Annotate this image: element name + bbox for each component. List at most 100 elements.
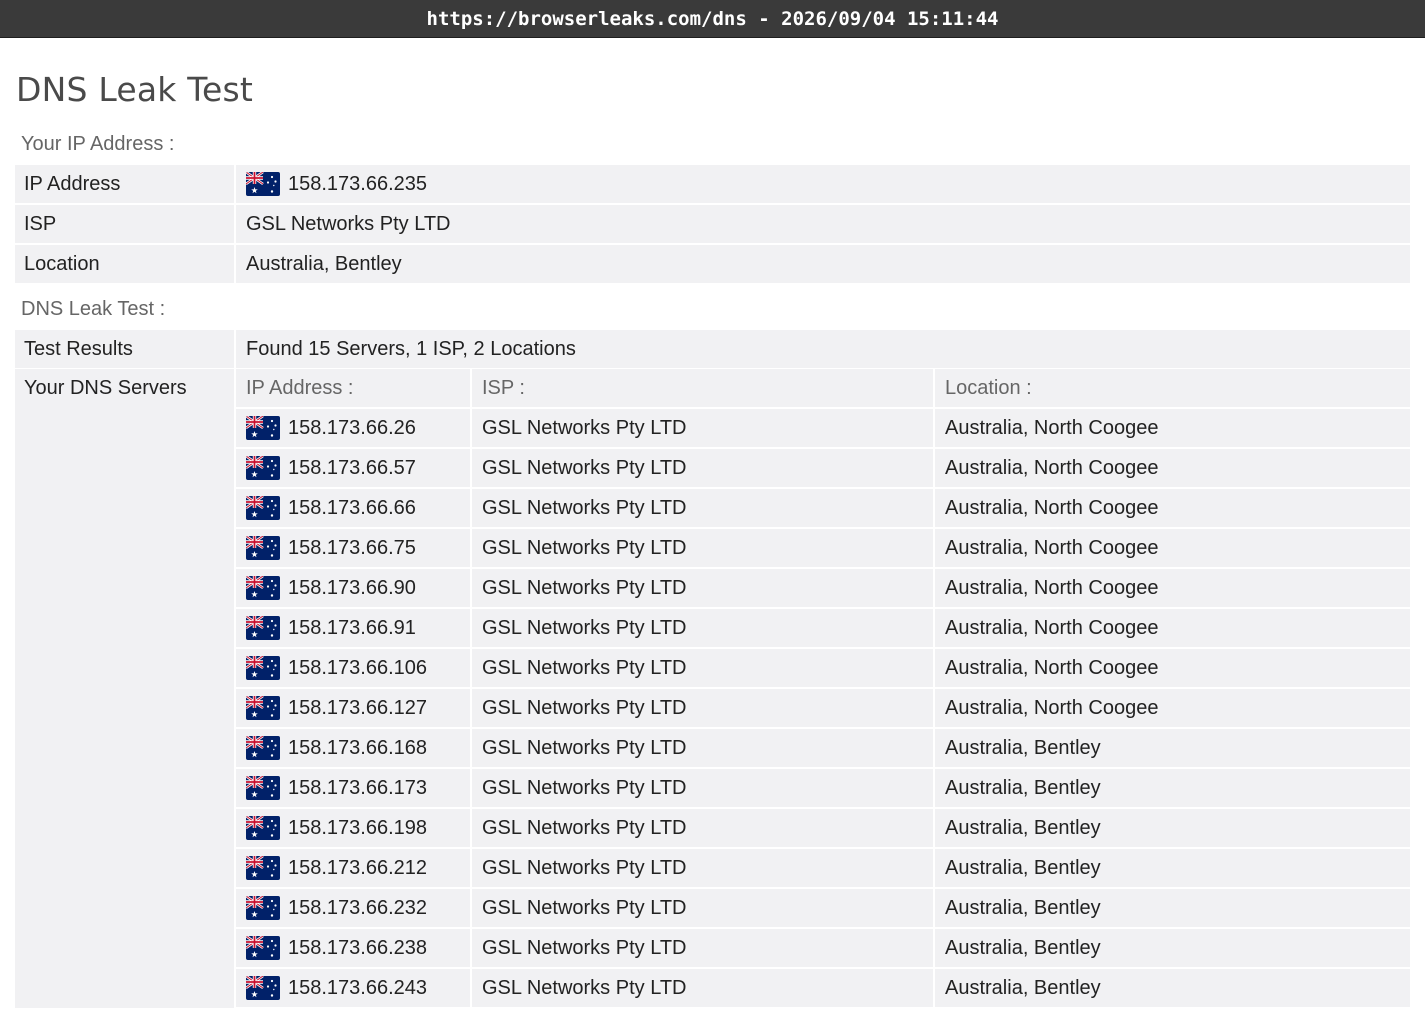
dns-server-ip-cell: 158.173.66.232 (236, 889, 470, 927)
dns-server-location: Australia, North Coogee (935, 449, 1410, 487)
dns-server-ip: 158.173.66.173 (288, 776, 428, 799)
dns-server-ip: 158.173.66.232 (288, 896, 428, 919)
australia-flag-icon (246, 496, 280, 520)
dns-server-ip-cell: 158.173.66.91 (236, 609, 470, 647)
dns-server-isp: GSL Networks Pty LTD (472, 809, 933, 847)
dns-server-ip: 158.173.66.66 (288, 496, 416, 519)
dns-server-isp: GSL Networks Pty LTD (472, 729, 933, 767)
australia-flag-icon (246, 536, 280, 560)
dns-server-ip-cell: 158.173.66.90 (236, 569, 470, 607)
dns-section-label: DNS Leak Test : (21, 297, 166, 320)
ip-section-label: Your IP Address : (21, 132, 175, 155)
isp-label: ISP (15, 205, 234, 243)
dns-server-row: 158.173.66.168 GSL Networks Pty LTD Austra… (236, 729, 1410, 767)
dns-server-isp: GSL Networks Pty LTD (472, 569, 933, 607)
dns-server-row: 158.173.66.26 GSL Networks Pty LTD Austral… (236, 409, 1410, 447)
dns-server-location: Australia, Bentley (935, 769, 1410, 807)
ip-address-value: 158.173.66.235 (288, 172, 428, 195)
page-title: DNS Leak Test (16, 70, 254, 109)
dns-server-isp: GSL Networks Pty LTD (472, 529, 933, 567)
dns-server-ip: 158.173.66.106 (288, 656, 428, 679)
column-header-location: Location : (935, 369, 1410, 407)
dns-server-row: 158.173.66.127 GSL Networks Pty LTD Austra… (236, 689, 1410, 727)
dns-server-row: 158.173.66.232 GSL Networks Pty LTD Austra… (236, 889, 1410, 927)
dns-server-ip: 158.173.66.243 (288, 976, 428, 999)
dns-servers-label: Your DNS Servers (15, 369, 234, 1008)
dns-server-isp: GSL Networks Pty LTD (472, 889, 933, 927)
dns-server-ip-cell: 158.173.66.212 (236, 849, 470, 887)
dns-server-isp: GSL Networks Pty LTD (472, 649, 933, 687)
australia-flag-icon (246, 736, 280, 760)
dns-server-ip: 158.173.66.57 (288, 456, 416, 479)
dns-server-ip: 158.173.66.90 (288, 576, 416, 599)
dns-server-location: Australia, Bentley (935, 929, 1410, 967)
dns-server-isp: GSL Networks Pty LTD (472, 609, 933, 647)
dns-server-ip-cell: 158.173.66.75 (236, 529, 470, 567)
australia-flag-icon (246, 816, 280, 840)
location-label: Location (15, 245, 234, 283)
column-header-isp: ISP : (472, 369, 933, 407)
australia-flag-icon (246, 576, 280, 600)
australia-flag-icon (246, 456, 280, 480)
column-header-ip: IP Address : (236, 369, 470, 407)
test-results-label: Test Results (15, 330, 234, 368)
browser-url-bar: https://browserleaks.com/dns - 2026/09/0… (0, 0, 1425, 38)
dns-server-row: 158.173.66.212 GSL Networks Pty LTD Austra… (236, 849, 1410, 887)
dns-server-isp: GSL Networks Pty LTD (472, 449, 933, 487)
australia-flag-icon (246, 776, 280, 800)
dns-server-isp: GSL Networks Pty LTD (472, 969, 933, 1007)
dns-server-ip: 158.173.66.26 (288, 416, 416, 439)
australia-flag-icon (246, 856, 280, 880)
australia-flag-icon (246, 656, 280, 680)
dns-server-ip: 158.173.66.238 (288, 936, 428, 959)
australia-flag-icon (246, 616, 280, 640)
dns-server-isp: GSL Networks Pty LTD (472, 769, 933, 807)
dns-server-location: Australia, North Coogee (935, 489, 1410, 527)
location-value: Australia, Bentley (236, 245, 1410, 283)
url-timestamp-text: https://browserleaks.com/dns - 2026/09/0… (426, 7, 999, 30)
dns-server-ip: 158.173.66.91 (288, 616, 416, 639)
dns-server-isp: GSL Networks Pty LTD (472, 689, 933, 727)
dns-server-ip: 158.173.66.212 (288, 856, 428, 879)
dns-server-ip-cell: 158.173.66.173 (236, 769, 470, 807)
dns-server-isp: GSL Networks Pty LTD (472, 409, 933, 447)
australia-flag-icon (246, 976, 280, 1000)
dns-server-row: 158.173.66.243 GSL Networks Pty LTD Austra… (236, 969, 1410, 1007)
dns-server-ip: 158.173.66.198 (288, 816, 428, 839)
dns-server-row: 158.173.66.91 GSL Networks Pty LTD Austral… (236, 609, 1410, 647)
dns-server-location: Australia, Bentley (935, 889, 1410, 927)
dns-server-ip-cell: 158.173.66.26 (236, 409, 470, 447)
test-results-value: Found 15 Servers, 1 ISP, 2 Locations (236, 330, 1410, 368)
dns-server-location: Australia, North Coogee (935, 649, 1410, 687)
australia-flag-icon (246, 896, 280, 920)
ip-address-label: IP Address (15, 165, 234, 203)
dns-server-ip: 158.173.66.75 (288, 536, 416, 559)
dns-server-row: 158.173.66.75 GSL Networks Pty LTD Austral… (236, 529, 1410, 567)
dns-server-isp: GSL Networks Pty LTD (472, 849, 933, 887)
australia-flag-icon (246, 416, 280, 440)
dns-server-row: 158.173.66.66 GSL Networks Pty LTD Austral… (236, 489, 1410, 527)
dns-server-ip-cell: 158.173.66.238 (236, 929, 470, 967)
dns-server-ip: 158.173.66.127 (288, 696, 428, 719)
isp-value: GSL Networks Pty LTD (236, 205, 1410, 243)
dns-server-row: 158.173.66.90 GSL Networks Pty LTD Austral… (236, 569, 1410, 607)
dns-server-ip: 158.173.66.168 (288, 736, 428, 759)
location-row: Location Australia, Bentley (15, 245, 1410, 283)
dns-server-location: Australia, North Coogee (935, 529, 1410, 567)
australia-flag-icon (246, 696, 280, 720)
australia-flag-icon (246, 172, 280, 196)
dns-server-ip-cell: 158.173.66.243 (236, 969, 470, 1007)
dns-server-ip-cell: 158.173.66.198 (236, 809, 470, 847)
dns-server-location: Australia, Bentley (935, 809, 1410, 847)
dns-table-header: IP Address : ISP : Location : (236, 369, 1410, 407)
isp-row: ISP GSL Networks Pty LTD (15, 205, 1410, 243)
dns-server-ip-cell: 158.173.66.57 (236, 449, 470, 487)
dns-server-location: Australia, Bentley (935, 729, 1410, 767)
dns-server-location: Australia, North Coogee (935, 689, 1410, 727)
ip-address-row: IP Address 158.173.66.235 (15, 165, 1410, 203)
ip-address-value-cell: 158.173.66.235 (236, 165, 1410, 203)
dns-server-ip-cell: 158.173.66.127 (236, 689, 470, 727)
dns-server-row: 158.173.66.198 GSL Networks Pty LTD Austra… (236, 809, 1410, 847)
dns-server-location: Australia, North Coogee (935, 609, 1410, 647)
dns-server-ip-cell: 158.173.66.66 (236, 489, 470, 527)
